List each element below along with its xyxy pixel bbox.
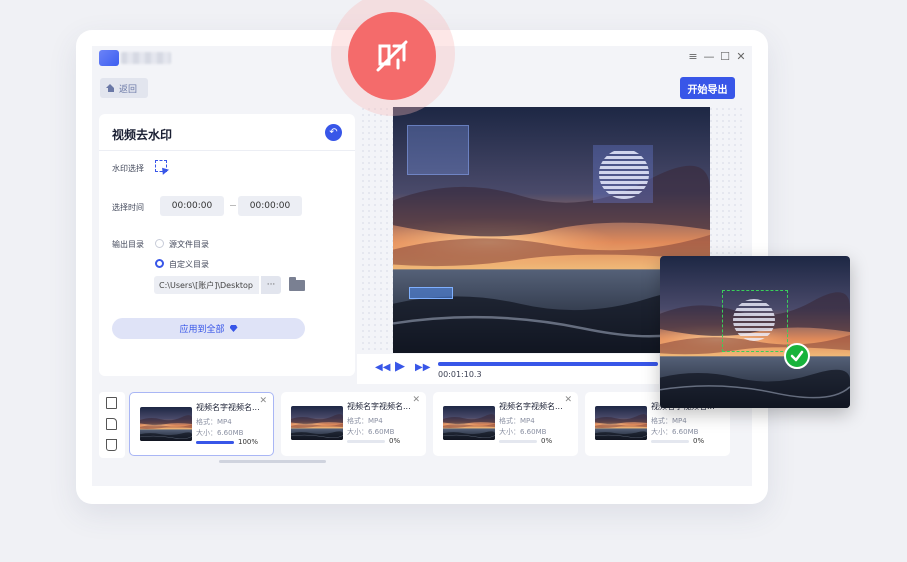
app-name-blurred xyxy=(121,52,171,64)
clip-thumbnail xyxy=(443,406,495,440)
minimize-icon[interactable]: — xyxy=(702,50,716,63)
clip-name: 视频名字视频名... xyxy=(499,402,563,411)
clip-format: 格式：MP4 xyxy=(347,417,383,425)
clip-format: 格式：MP4 xyxy=(499,417,535,425)
divider xyxy=(99,150,355,151)
detected-region xyxy=(722,290,788,352)
clip-progress xyxy=(196,441,234,444)
clip-progress xyxy=(347,440,385,443)
back-button-label: 返回 xyxy=(119,84,138,95)
clip-close-icon[interactable]: ✕ xyxy=(412,395,420,405)
export-button[interactable]: 开始导出 xyxy=(680,77,735,99)
add-folder-icon[interactable] xyxy=(106,418,117,430)
home-icon xyxy=(106,84,115,92)
clip-size: 大小：6.60MB xyxy=(196,429,244,437)
clip-card[interactable]: 视频名字视频名... 格式：MP4 大小：6.60MB 0% ✕ xyxy=(433,392,578,456)
watermark-select-label: 水印选择 xyxy=(112,164,144,173)
clip-thumbnail xyxy=(595,406,647,440)
clip-close-icon[interactable]: ✕ xyxy=(564,395,572,405)
apply-all-label: 应用到全部 xyxy=(179,325,225,335)
clip-progress-fill xyxy=(196,441,234,444)
vip-diamond-icon xyxy=(229,325,238,332)
back-button[interactable]: 返回 xyxy=(100,78,148,98)
app-logo xyxy=(99,50,119,66)
rewind-icon[interactable]: ◀◀ xyxy=(375,362,390,373)
watermark-panel: 视频去水印 ↶ 水印选择 选择时间 00:00:00 00:00:00 输出目录… xyxy=(99,114,355,376)
app-window: ≡ — ☐ ✕ 返回 开始导出 视频去水印 ↶ 水印选择 选择时间 00:00:… xyxy=(92,46,752,486)
clip-percent: 0% xyxy=(541,437,553,445)
result-preview-card xyxy=(660,256,850,408)
clip-progress xyxy=(499,440,537,443)
playback-time: 00:01:10.3 xyxy=(438,370,482,379)
clip-progress xyxy=(651,440,689,443)
playback-progress[interactable] xyxy=(438,362,658,366)
time-separator xyxy=(230,205,236,206)
clip-card[interactable]: 视频名字视频名... 格式：MP4 大小：6.60MB 100% ✕ xyxy=(129,392,274,456)
radio-source-dir[interactable] xyxy=(155,239,164,248)
delete-icon[interactable] xyxy=(106,439,117,451)
remove-watermark-badge xyxy=(348,12,436,100)
end-time-input[interactable]: 00:00:00 xyxy=(238,196,302,216)
add-file-icon[interactable] xyxy=(106,397,117,409)
folder-icon[interactable] xyxy=(289,277,305,291)
select-area-icon[interactable] xyxy=(155,160,167,172)
no-watermark-icon xyxy=(376,40,408,72)
player-controls: ◀◀ ▶ ▶▶ 00:01:10.3 xyxy=(357,354,659,384)
time-label: 选择时间 xyxy=(112,203,144,212)
menu-icon[interactable]: ≡ xyxy=(686,50,700,63)
clip-name: 视频名字视频名... xyxy=(347,402,411,411)
output-label: 输出目录 xyxy=(112,240,144,249)
success-check-icon xyxy=(784,343,810,369)
clip-card[interactable]: 视频名字视频名... 格式：MP4 大小：6.60MB 0% ✕ xyxy=(281,392,426,456)
radio-source-label: 源文件目录 xyxy=(169,240,209,249)
clip-size: 大小：6.60MB xyxy=(347,428,395,436)
clip-thumbnail xyxy=(291,406,343,440)
forward-icon[interactable]: ▶▶ xyxy=(415,362,430,373)
watermark-text-box[interactable] xyxy=(409,287,453,299)
path-more-button[interactable]: ··· xyxy=(261,276,281,294)
output-path-field[interactable]: C:\Users\[账户]\Desktop xyxy=(154,276,259,294)
clip-percent: 100% xyxy=(238,438,259,446)
radio-custom-label: 自定义目录 xyxy=(169,260,209,269)
clip-scrollbar[interactable] xyxy=(219,460,326,463)
clip-percent: 0% xyxy=(389,437,401,445)
clip-thumbnail xyxy=(140,407,192,441)
play-icon[interactable]: ▶ xyxy=(395,359,405,374)
radio-custom-dir[interactable] xyxy=(155,259,164,268)
close-icon[interactable]: ✕ xyxy=(734,50,748,63)
clip-close-icon[interactable]: ✕ xyxy=(259,396,267,406)
clip-size: 大小：6.60MB xyxy=(651,428,699,436)
clip-name: 视频名字视频名... xyxy=(196,403,260,412)
clip-format: 格式：MP4 xyxy=(651,417,687,425)
watermark-sun-box[interactable] xyxy=(593,145,653,203)
clip-tools xyxy=(99,392,125,458)
clip-format: 格式：MP4 xyxy=(196,418,232,426)
panel-title: 视频去水印 xyxy=(112,128,173,142)
playback-progress-fill xyxy=(438,362,658,366)
undo-icon[interactable]: ↶ xyxy=(325,124,342,141)
start-time-input[interactable]: 00:00:00 xyxy=(160,196,224,216)
apply-all-button[interactable]: 应用到全部 xyxy=(112,318,305,339)
watermark-logo-box[interactable] xyxy=(407,125,469,175)
clip-size: 大小：6.60MB xyxy=(499,428,547,436)
maximize-icon[interactable]: ☐ xyxy=(718,50,732,63)
clip-percent: 0% xyxy=(693,437,705,445)
